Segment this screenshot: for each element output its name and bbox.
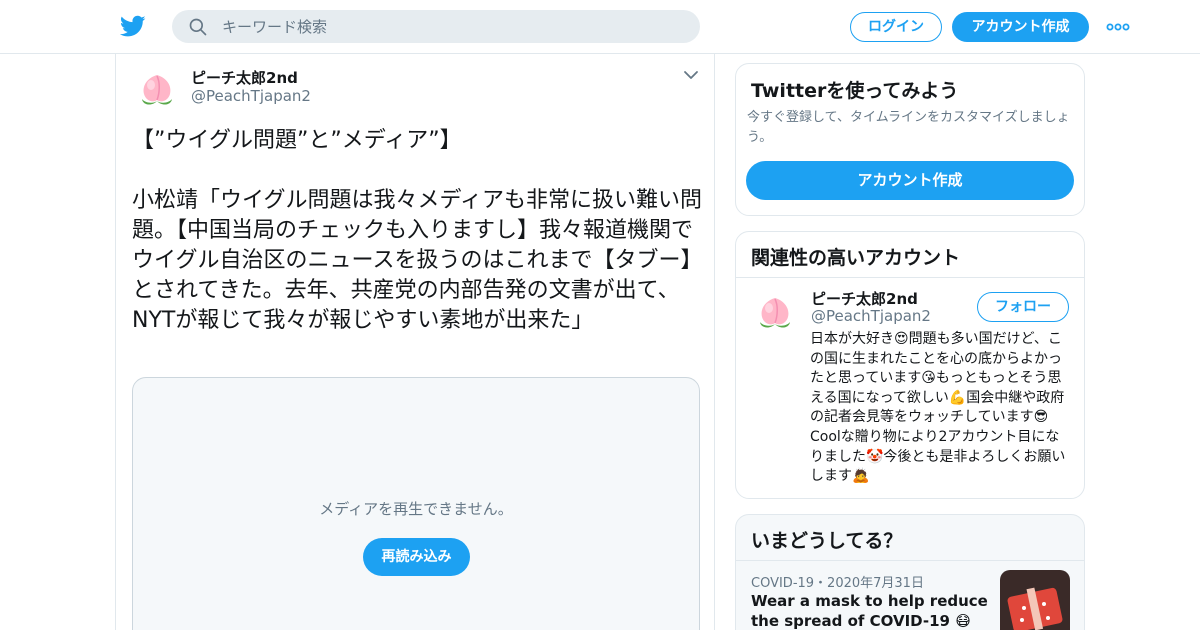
reload-button[interactable]: 再読み込み [363, 538, 470, 576]
trend-thumbnail[interactable] [1000, 570, 1070, 630]
peach-avatar-icon [133, 66, 181, 114]
signup-button[interactable]: アカウント作成 [952, 12, 1089, 42]
trend-meta: COVID-19・2020年7月31日 [751, 576, 924, 591]
more-dots-icon[interactable] [1106, 20, 1130, 34]
media-error-message: メディアを再生できません。 [319, 500, 513, 518]
related-account-name[interactable]: ピーチ太郎2nd [811, 288, 918, 309]
signup-card-description: 今すぐ登録して、タイムラインをカスタマイズしましょう。 [747, 110, 1070, 145]
divider [736, 560, 1084, 561]
whats-happening-card: いまどうしてる？ COVID-19・2020年7月31日 Wear a mask… [735, 514, 1085, 630]
follow-button[interactable]: フォロー [977, 292, 1069, 322]
divider [736, 277, 1084, 278]
trend-headline[interactable]: Wear a mask to help reduce the spread of… [751, 591, 991, 630]
author-handle[interactable]: @PeachTjapan2 [191, 87, 311, 105]
author-avatar[interactable] [133, 66, 181, 114]
search-icon [189, 18, 207, 36]
related-account-handle[interactable]: @PeachTjapan2 [811, 307, 931, 325]
signup-card-title: Twitterを使ってみよう [751, 80, 959, 102]
author-name[interactable]: ピーチ太郎2nd [191, 67, 298, 88]
search-input[interactable] [222, 10, 682, 43]
chevron-down-icon[interactable] [683, 69, 699, 81]
related-accounts-title: 関連性の高いアカウント [751, 247, 961, 269]
peach-avatar-icon [751, 289, 799, 337]
twitter-bird-icon[interactable] [120, 13, 146, 39]
search-bar [172, 10, 700, 43]
media-player: メディアを再生できません。 再読み込み [132, 377, 700, 630]
related-account-bio: 日本が大好き😍問題も多い国だけど、この国に生まれたことを心の底からよかったと思っ… [810, 331, 1066, 485]
related-accounts-card: 関連性の高いアカウント ピーチ太郎2nd @PeachTjapan2 フォロー … [735, 231, 1085, 499]
related-account-avatar[interactable] [751, 289, 799, 337]
signup-card-button[interactable]: アカウント作成 [746, 161, 1074, 200]
whats-happening-title: いまどうしてる？ [751, 530, 903, 552]
tweet-detail: ピーチ太郎2nd @PeachTjapan2 【”ウイグル問題”と”メディア”】… [115, 54, 715, 630]
login-button[interactable]: ログイン [850, 12, 942, 42]
signup-card: Twitterを使ってみよう 今すぐ登録して、タイムラインをカスタマイズしましょ… [735, 63, 1085, 216]
top-navigation-bar: ログイン アカウント作成 [0, 0, 1200, 54]
gift-box-image-icon [1000, 570, 1070, 630]
tweet-text: 【”ウイグル問題”と”メディア”】 小松靖「ウイグル問題は我々メディアも非常に扱… [132, 128, 703, 333]
